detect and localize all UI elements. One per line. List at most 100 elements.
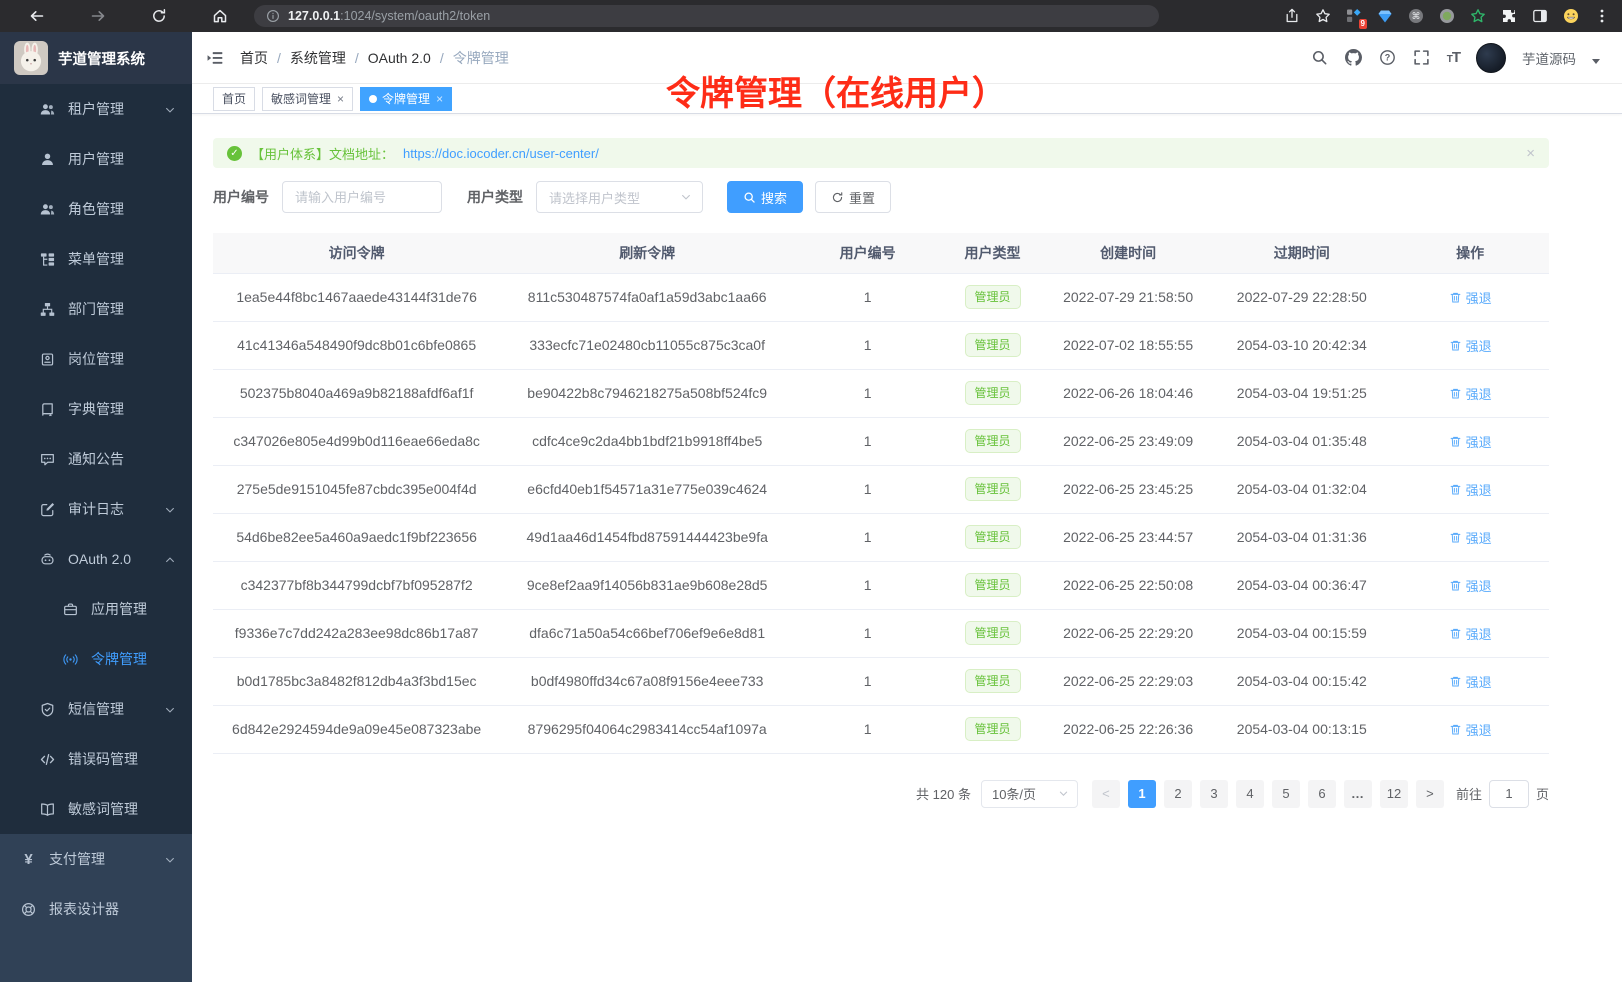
help-icon[interactable]: ? [1379,49,1397,67]
force-logout-button[interactable]: 强退 [1449,720,1492,739]
sidebar-item-user[interactable]: 用户管理 [0,134,192,184]
avatar[interactable] [1476,43,1506,73]
username[interactable]: 芋道源码 [1522,48,1576,68]
site-info-icon[interactable] [266,9,280,23]
sidebar-item-role[interactable]: 角色管理 [0,184,192,234]
page-button-3[interactable]: 3 [1200,780,1228,808]
share-icon[interactable] [1283,8,1300,25]
extensions-puzzle-icon[interactable] [1500,8,1517,25]
action-cell: 强退 [1391,609,1549,657]
bookmark-star-icon[interactable] [1314,8,1331,25]
sidebar-item-sensitive[interactable]: 敏感词管理 [0,784,192,834]
force-logout-button[interactable]: 强退 [1449,432,1492,451]
font-size-icon[interactable]: TT [1447,49,1460,66]
user-dropdown-caret-icon[interactable] [1592,59,1600,64]
force-logout-button[interactable]: 强退 [1449,672,1492,691]
force-logout-button[interactable]: 强退 [1449,288,1492,307]
next-page-button[interactable]: > [1416,780,1444,808]
profile-emoji-icon[interactable] [1562,8,1579,25]
tab-首页[interactable]: 首页 [213,87,255,111]
force-logout-button[interactable]: 强退 [1449,384,1492,403]
chevron-down-icon [164,853,176,865]
page-size-select[interactable]: 10条/页 [981,780,1078,808]
user-id-cell: 1 [794,417,941,465]
header-search-icon[interactable] [1311,49,1329,67]
extension-record-icon[interactable] [1438,8,1455,25]
badge-icon [40,352,55,367]
app-logo [14,41,48,75]
sidebar-item-post[interactable]: 岗位管理 [0,334,192,384]
sidebar-item-notice[interactable]: 通知公告 [0,434,192,484]
browser-reload-icon[interactable] [150,8,167,25]
force-logout-label: 强退 [1466,336,1492,355]
page-button-6[interactable]: 6 [1308,780,1336,808]
page-button-4[interactable]: 4 [1236,780,1264,808]
browser-forward-icon[interactable] [89,8,106,25]
created-time-cell: 2022-07-29 21:58:50 [1044,273,1212,321]
sidebar-item-pay[interactable]: ¥支付管理 [0,834,192,884]
sidebar-item-label: OAuth 2.0 [68,551,131,567]
force-logout-button[interactable]: 强退 [1449,480,1492,499]
alert-close-icon[interactable]: × [1526,145,1535,162]
page-button-12[interactable]: 12 [1380,780,1408,808]
force-logout-button[interactable]: 强退 [1449,624,1492,643]
tab-敏感词管理[interactable]: 敏感词管理× [262,87,353,111]
tab-令牌管理[interactable]: 令牌管理× [360,87,452,111]
breadcrumb-item[interactable]: 首页 [240,48,268,68]
sidebar-item-oauth2-token[interactable]: 令牌管理 [0,634,192,684]
side-panel-icon[interactable] [1531,8,1548,25]
browser-back-icon[interactable] [28,8,45,25]
sidebar-fold-icon[interactable] [206,49,224,67]
breadcrumb-item[interactable]: 系统管理 [290,48,346,68]
sidebar-item-oauth2-app[interactable]: 应用管理 [0,584,192,634]
briefcase-icon [63,602,78,617]
column-header: 访问令牌 [213,233,500,273]
sidebar-item-errcode[interactable]: 错误码管理 [0,734,192,784]
fullscreen-icon[interactable] [1413,49,1431,67]
sidebar-item-dept[interactable]: 部门管理 [0,284,192,334]
pager-ellipsis[interactable]: … [1344,780,1372,808]
doc-link[interactable]: https://doc.iocoder.cn/user-center/ [403,146,599,161]
breadcrumb-item[interactable]: OAuth 2.0 [368,50,431,66]
sidebar-item-menu[interactable]: 菜单管理 [0,234,192,284]
page-button-1[interactable]: 1 [1128,780,1156,808]
action-cell: 强退 [1391,369,1549,417]
sidebar-item-sms[interactable]: 短信管理 [0,684,192,734]
access-token-cell: 275e5de9151045fe87cbdc395e004f4d [213,465,500,513]
sidebar-item-audit-log[interactable]: 审计日志 [0,484,192,534]
search-button-label: 搜索 [761,188,787,207]
force-logout-label: 强退 [1466,672,1492,691]
sidebar-item-oauth2[interactable]: OAuth 2.0 [0,534,192,584]
delete-icon [1449,579,1462,592]
sidebar-item-dict[interactable]: 字典管理 [0,384,192,434]
tab-close-icon[interactable]: × [337,93,344,105]
extension-gem-icon[interactable] [1376,8,1393,25]
page-button-5[interactable]: 5 [1272,780,1300,808]
search-button[interactable]: 搜索 [727,181,803,213]
goto-page-input[interactable] [1489,780,1529,808]
access-token-cell: c347026e805e4d99b0d116eae66eda8c [213,417,500,465]
sidebar-item-report[interactable]: 报表设计器 [0,884,192,934]
extension-grid-icon[interactable]: 9 [1345,8,1362,25]
extension-star-icon[interactable] [1469,8,1486,25]
force-logout-button[interactable]: 强退 [1449,576,1492,595]
column-header: 创建时间 [1044,233,1212,273]
page: 127.0.0.1:1024/system/oauth2/token 9 ⌘ [0,0,1622,982]
sitemap-icon [40,302,55,317]
page-button-2[interactable]: 2 [1164,780,1192,808]
sidebar-item-tenant[interactable]: 租户管理 [0,84,192,134]
github-icon[interactable] [1345,49,1363,67]
browser-menu-kebab-icon[interactable] [1593,8,1610,25]
force-logout-button[interactable]: 强退 [1449,528,1492,547]
user-type-select[interactable]: 请选择用户类型 [536,181,703,213]
user-type-tag: 管理员 [965,381,1021,405]
app-logo-row[interactable]: 芋道管理系统 [0,32,192,84]
user-id-input[interactable] [282,181,442,213]
address-bar[interactable]: 127.0.0.1:1024/system/oauth2/token [254,5,1159,27]
extension-cmd-icon[interactable]: ⌘ [1407,8,1424,25]
browser-home-icon[interactable] [211,8,228,25]
force-logout-button[interactable]: 强退 [1449,336,1492,355]
prev-page-button[interactable]: < [1092,780,1120,808]
reset-button[interactable]: 重置 [815,181,891,213]
tab-close-icon[interactable]: × [436,93,443,105]
